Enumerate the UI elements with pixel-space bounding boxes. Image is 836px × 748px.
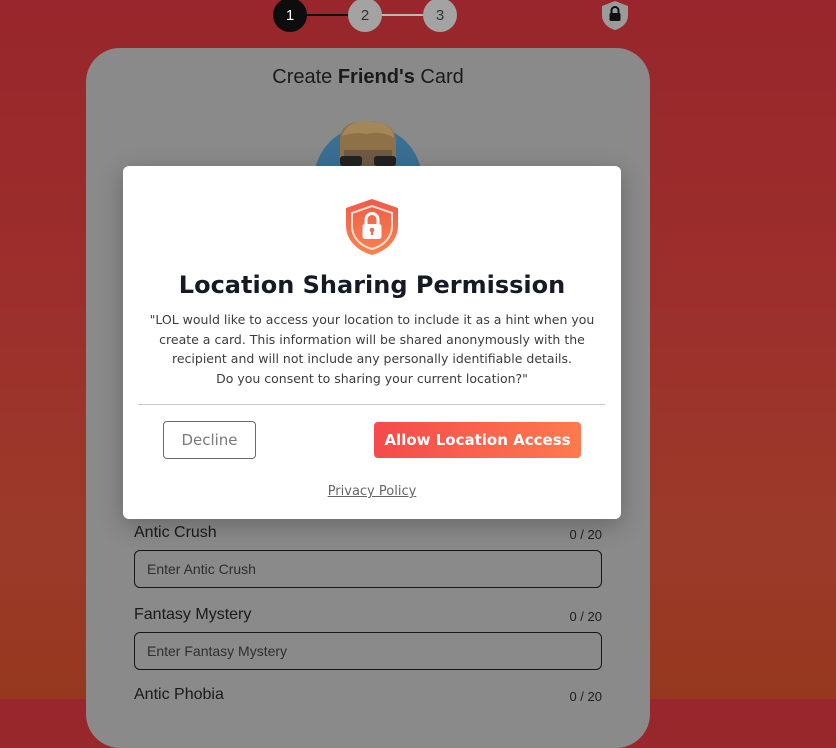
dialog-message: "LOL would like to access your location … — [137, 310, 607, 388]
antic-crush-label: Antic Crush — [134, 524, 217, 541]
location-permission-dialog: Location Sharing Permission "LOL would l… — [123, 166, 621, 519]
dialog-message-line: recipient and will not include any perso… — [172, 351, 572, 366]
step-2[interactable]: 2 — [348, 0, 382, 32]
privacy-policy-link[interactable]: Privacy Policy — [123, 484, 621, 499]
allow-location-button[interactable]: Allow Location Access — [374, 422, 581, 458]
step-3[interactable]: 3 — [423, 0, 457, 32]
decline-button[interactable]: Decline — [163, 421, 256, 459]
antic-crush-input[interactable] — [134, 550, 602, 588]
dialog-message-line: Do you consent to sharing your current l… — [216, 370, 528, 386]
lock-shield-icon[interactable] — [601, 0, 629, 31]
fantasy-mystery-label: Fantasy Mystery — [134, 606, 252, 623]
antic-crush-counter: 0 / 20 — [569, 527, 602, 542]
step-1[interactable]: 1 — [273, 0, 307, 32]
dialog-divider — [138, 404, 605, 405]
fantasy-mystery-input[interactable] — [134, 632, 602, 670]
dialog-message-line: create a card. This information will be … — [159, 331, 585, 347]
antic-phobia-counter: 0 / 20 — [569, 689, 602, 704]
fantasy-mystery-counter: 0 / 20 — [569, 609, 602, 624]
progress-stepper: 1 2 3 — [273, 0, 459, 32]
card-title: Create Friend's Card — [272, 66, 464, 88]
antic-phobia-label: Antic Phobia — [134, 686, 224, 703]
dialog-title: Location Sharing Permission — [178, 271, 566, 299]
shield-lock-icon — [346, 199, 398, 255]
dialog-message-line: "LOL would like to access your location … — [149, 312, 595, 327]
